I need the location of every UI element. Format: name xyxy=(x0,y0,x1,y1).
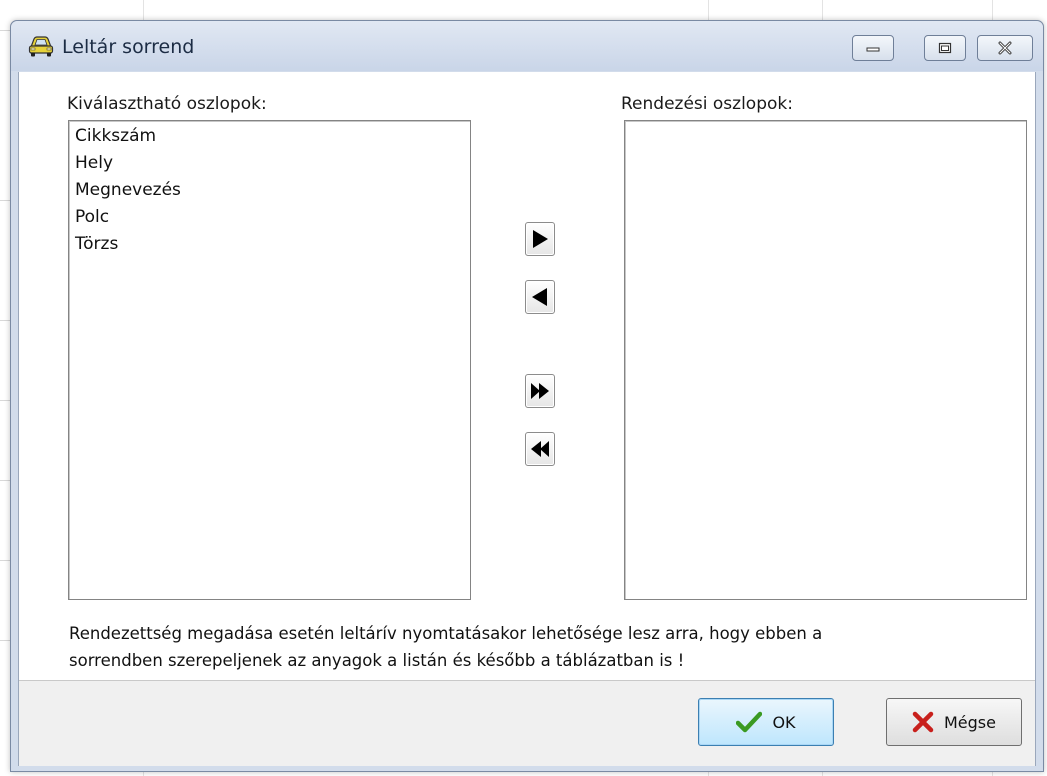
title-bar[interactable]: Leltár sorrend xyxy=(11,21,1043,71)
info-line-2: sorrendben szerepeljenek az anyagok a li… xyxy=(69,651,685,670)
available-columns-list[interactable]: Cikkszám Hely Megnevezés Polc Törzs xyxy=(68,120,471,600)
move-left-button[interactable] xyxy=(525,280,555,314)
move-all-left-button[interactable] xyxy=(525,432,555,466)
info-line-1: Rendezettség megadása esetén leltárív ny… xyxy=(69,624,823,643)
close-button[interactable] xyxy=(977,35,1033,61)
info-text: Rendezettség megadása esetén leltárív ny… xyxy=(69,620,1019,674)
red-x-icon xyxy=(912,711,934,733)
double-triangle-left-icon xyxy=(530,439,550,459)
dialog-window: Leltár sorrend Kiválasztható oszlopok: R… xyxy=(10,20,1044,772)
list-item-cikkszam[interactable]: Cikkszám xyxy=(75,126,156,146)
list-item-hely[interactable]: Hely xyxy=(75,153,113,173)
list-item-polc[interactable]: Polc xyxy=(75,207,109,227)
move-right-button[interactable] xyxy=(525,222,555,256)
available-columns-label: Kiválasztható oszlopok: xyxy=(67,94,267,114)
maximize-icon xyxy=(938,42,952,54)
sort-columns-list[interactable] xyxy=(624,120,1027,600)
triangle-right-icon xyxy=(531,229,549,249)
dialog-client-area: Kiválasztható oszlopok: Rendezési oszlop… xyxy=(18,72,1036,766)
checkmark-icon xyxy=(736,711,763,733)
cancel-button-label: Mégse xyxy=(944,712,996,732)
cancel-button[interactable]: Mégse xyxy=(886,698,1022,746)
minimize-button[interactable] xyxy=(852,35,894,61)
triangle-left-icon xyxy=(531,287,549,307)
list-item-megnevezes[interactable]: Megnevezés xyxy=(75,180,181,200)
window-title: Leltár sorrend xyxy=(62,36,195,58)
maximize-button[interactable] xyxy=(924,35,966,61)
sort-columns-label: Rendezési oszlopok: xyxy=(621,94,793,114)
ok-button-label: OK xyxy=(772,712,796,732)
car-icon xyxy=(28,34,54,58)
list-item-torzs[interactable]: Törzs xyxy=(75,234,118,254)
minimize-icon xyxy=(866,43,880,53)
button-bar: OK Mégse xyxy=(19,680,1035,766)
move-all-right-button[interactable] xyxy=(525,374,555,408)
ok-button[interactable]: OK xyxy=(698,698,834,746)
double-triangle-right-icon xyxy=(530,381,550,401)
close-icon xyxy=(997,41,1013,55)
